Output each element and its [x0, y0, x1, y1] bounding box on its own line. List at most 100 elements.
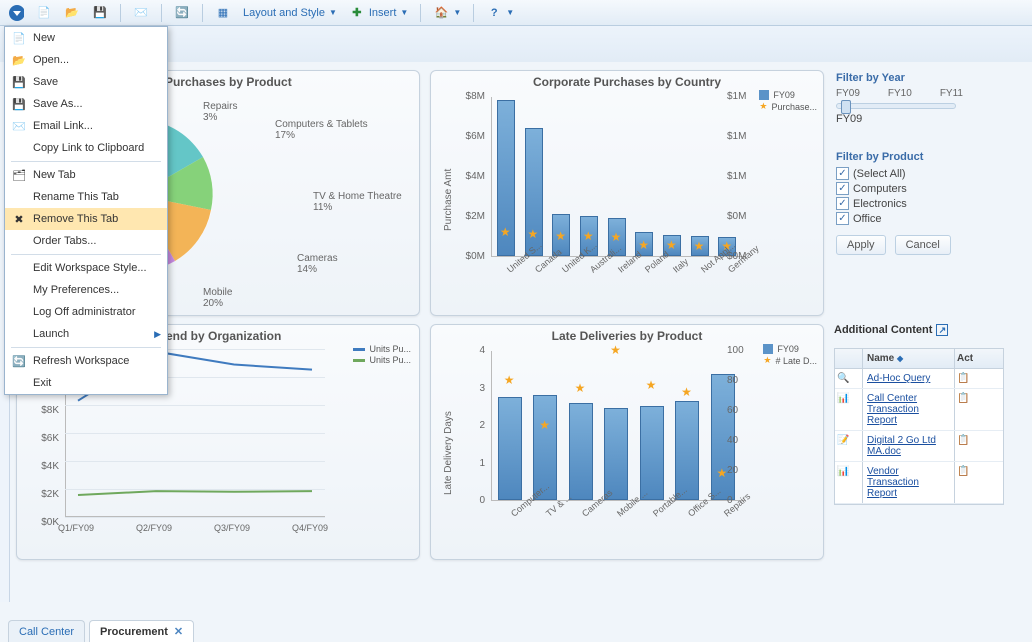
star-marker: ★ — [539, 418, 550, 432]
apply-button[interactable]: Apply — [836, 235, 886, 255]
y-tick: $6M — [455, 131, 485, 142]
email-button[interactable]: ✉️ — [129, 3, 153, 23]
row-type-icon: 📊 — [835, 389, 863, 430]
toolbar-separator — [120, 4, 121, 22]
col-name-header[interactable]: Name — [867, 353, 894, 364]
menu-item-save-as-[interactable]: 💾Save As... — [5, 93, 167, 115]
legend: FY09 ★# Late D... — [763, 343, 817, 367]
year-slider[interactable] — [836, 103, 956, 109]
menu-item-label: Rename This Tab — [33, 191, 119, 203]
filter-option-electronics[interactable]: ✓Electronics — [836, 197, 1004, 210]
menu-separator — [11, 254, 161, 255]
tab-call-center[interactable]: Call Center — [8, 620, 85, 642]
menu-item-save[interactable]: 💾Save — [5, 71, 167, 93]
cancel-button[interactable]: Cancel — [895, 235, 951, 255]
right-column-bottom: Additional Content ↗ Name ◆ Act 🔍 Ad-Hoc … — [834, 324, 1004, 560]
star-marker: ★ — [575, 381, 586, 395]
row-type-icon: 📊 — [835, 462, 863, 503]
chevron-down-icon: ▼ — [329, 8, 337, 17]
menu-item-copy-link-to-clipboard[interactable]: Copy Link to Clipboard — [5, 137, 167, 159]
refresh-button[interactable]: 🔄 — [170, 3, 194, 23]
row-type-icon: 🔍 — [835, 369, 863, 388]
sort-icon[interactable]: ◆ — [897, 354, 903, 363]
y-axis-label: Purchase Amt — [443, 169, 454, 231]
panel-title: Late Deliveries by Product — [431, 325, 823, 345]
home-button[interactable]: 🏠▼ — [429, 3, 465, 23]
legend-label: Purchase... — [771, 102, 817, 112]
layout-table-button[interactable]: ▦ — [211, 3, 235, 23]
menu-item-my-preferences-[interactable]: My Preferences... — [5, 279, 167, 301]
col-act-header[interactable]: Act — [955, 349, 983, 368]
menu-item-label: Refresh Workspace — [33, 355, 129, 367]
star-marker: ★ — [504, 373, 515, 387]
menu-item-new[interactable]: 📄New — [5, 27, 167, 49]
menu-item-label: Email Link... — [33, 120, 93, 132]
toolbar-separator — [202, 4, 203, 22]
bar — [569, 403, 593, 501]
checkbox-icon[interactable]: ✓ — [836, 167, 849, 180]
workspace-tabs: Call CenterProcurement✕ — [8, 620, 194, 642]
menu-item-remove-this-tab[interactable]: ✖Remove This Tab — [5, 208, 167, 230]
row-action-icon[interactable]: 📋 — [955, 431, 983, 461]
menu-item-open-[interactable]: 📂Open... — [5, 49, 167, 71]
blank-icon — [11, 304, 27, 320]
menu-item-label: Remove This Tab — [33, 213, 118, 225]
content-link[interactable]: Digital 2 Go Ltd MA.doc — [867, 435, 936, 457]
row-action-icon[interactable]: 📋 — [955, 369, 983, 388]
x-category: Q4/FY09 — [292, 523, 328, 533]
menu-item-label: My Preferences... — [33, 284, 119, 296]
filter-product: Filter by Product ✓(Select All)✓Computer… — [834, 149, 1004, 255]
expand-icon[interactable]: ↗ — [936, 324, 948, 336]
y-tick: 0 — [455, 495, 485, 506]
menu-separator — [11, 347, 161, 348]
new-icon: 📄 — [36, 5, 52, 21]
menu-item-edit-workspace-style-[interactable]: Edit Workspace Style... — [5, 257, 167, 279]
menu-item-rename-this-tab[interactable]: Rename This Tab — [5, 186, 167, 208]
y-tick: $2M — [455, 211, 485, 222]
menu-item-launch[interactable]: Launch▶ — [5, 323, 167, 345]
menu-item-new-tab[interactable]: 🗂New Tab — [5, 164, 167, 186]
content-link[interactable]: Call Center Transaction Report — [867, 393, 919, 426]
close-icon[interactable]: ✕ — [174, 625, 183, 638]
main-menu-button[interactable] — [4, 3, 28, 23]
year-tick: FY09 — [836, 88, 860, 99]
star-marker: ★ — [646, 378, 657, 392]
x-category: Q1/FY09 — [58, 523, 94, 533]
layout-style-dropdown[interactable]: Layout and Style ▼ — [239, 5, 341, 21]
content-link[interactable]: Vendor Transaction Report — [867, 466, 919, 499]
open-button[interactable]: 📂 — [60, 3, 84, 23]
menu-item-log-off-administrator[interactable]: Log Off administrator — [5, 301, 167, 323]
insert-dropdown[interactable]: ✚Insert ▼ — [345, 3, 412, 23]
menu-item-email-link-[interactable]: ✉️Email Link... — [5, 115, 167, 137]
menu-item-label: Copy Link to Clipboard — [33, 142, 144, 154]
save-button[interactable]: 💾 — [88, 3, 112, 23]
additional-content-header: Additional Content ↗ — [834, 324, 1004, 336]
y-tick: 3 — [455, 383, 485, 394]
slider-thumb[interactable] — [841, 100, 851, 114]
content-row: 🔍 Ad-Hoc Query 📋 — [835, 369, 1003, 389]
menu-item-refresh-workspace[interactable]: 🔄Refresh Workspace — [5, 350, 167, 372]
legend-label: FY09 — [773, 90, 795, 100]
content-link[interactable]: Ad-Hoc Query — [867, 373, 930, 384]
content-row: 📊Call Center Transaction Report 📋 — [835, 389, 1003, 431]
checkbox-icon[interactable]: ✓ — [836, 182, 849, 195]
filter-option-office[interactable]: ✓Office — [836, 212, 1004, 225]
new-button[interactable]: 📄 — [32, 3, 56, 23]
bar — [675, 401, 699, 500]
filter-option-computers[interactable]: ✓ Computers — [836, 182, 1004, 195]
checkbox-icon[interactable]: ✓ — [836, 197, 849, 210]
legend: FY09 ★Purchase... — [759, 89, 817, 113]
refresh-icon: 🔄 — [174, 5, 190, 21]
tab-procurement[interactable]: Procurement✕ — [89, 620, 194, 642]
open-icon: 📂 — [11, 52, 27, 68]
menu-item-label: Save — [33, 76, 58, 88]
help-button[interactable]: ?▼ — [482, 3, 518, 23]
filter-option-label: Computers — [853, 183, 907, 195]
menu-item-order-tabs-[interactable]: Order Tabs... — [5, 230, 167, 252]
row-action-icon[interactable]: 📋 — [955, 462, 983, 503]
row-action-icon[interactable]: 📋 — [955, 389, 983, 430]
filter-option--select-all-[interactable]: ✓(Select All) — [836, 167, 1004, 180]
checkbox-icon[interactable]: ✓ — [836, 212, 849, 225]
right-column: Filter by Year FY09 FY10 FY11 FY09 Filte… — [834, 70, 1004, 316]
menu-item-exit[interactable]: Exit — [5, 372, 167, 394]
